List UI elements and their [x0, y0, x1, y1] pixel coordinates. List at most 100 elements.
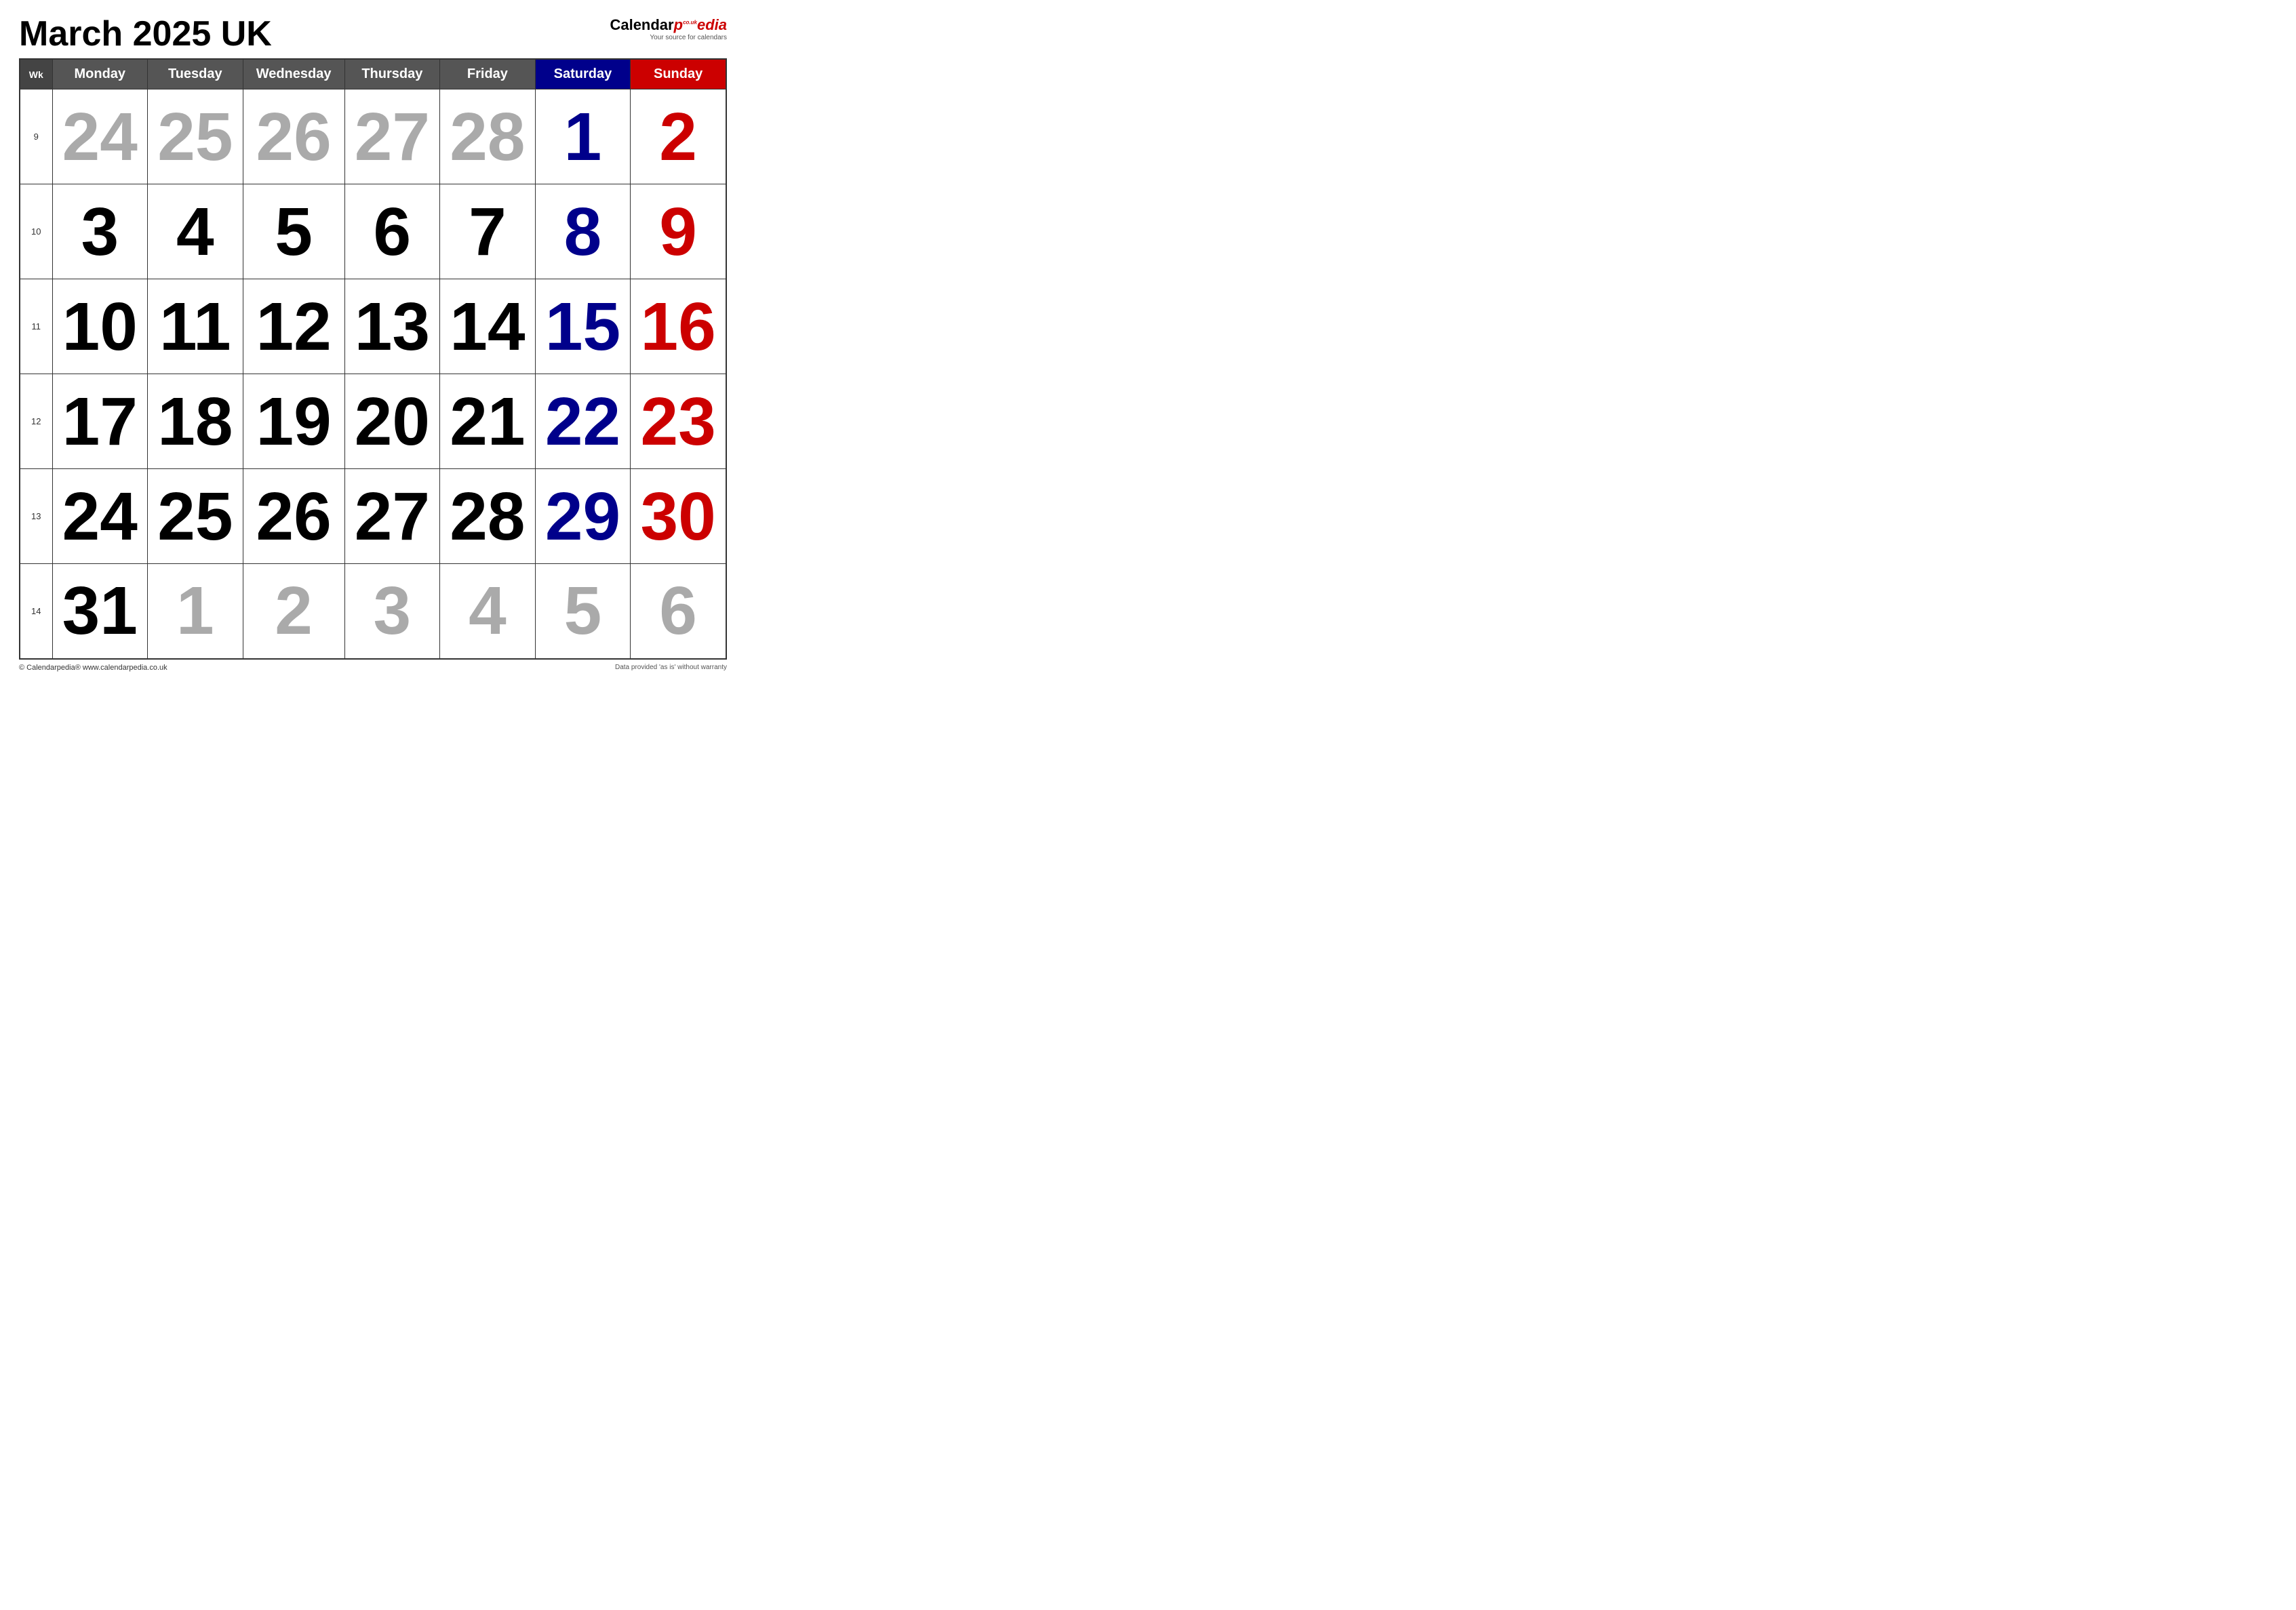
day-number: 12	[243, 293, 344, 361]
day-cell[interactable]: 30	[631, 469, 726, 564]
day-cell[interactable]: 2	[631, 89, 726, 184]
week-row-11: 1110111213141516	[20, 279, 726, 374]
day-number: 31	[53, 577, 148, 645]
day-number: 13	[345, 293, 440, 361]
wk-number: 10	[20, 184, 52, 279]
logo-tagline: Your source for calendars	[650, 34, 727, 41]
day-cell[interactable]: 20	[344, 374, 440, 469]
wk-header: Wk	[20, 59, 52, 89]
saturday-header: Saturday	[535, 59, 631, 89]
day-cell[interactable]: 6	[344, 184, 440, 279]
day-number: 27	[345, 103, 440, 171]
week-row-13: 1324252627282930	[20, 469, 726, 564]
day-number: 20	[345, 388, 440, 456]
day-number: 21	[440, 388, 535, 456]
tuesday-header: Tuesday	[148, 59, 243, 89]
day-cell[interactable]: 8	[535, 184, 631, 279]
thursday-header: Thursday	[344, 59, 440, 89]
day-number: 9	[631, 198, 726, 266]
day-cell[interactable]: 16	[631, 279, 726, 374]
day-cell[interactable]: 26	[243, 469, 344, 564]
day-cell[interactable]: 7	[440, 184, 536, 279]
week-row-14: 1431123456	[20, 564, 726, 659]
page-header: March 2025 UK Calendarpco.ukedia Your so…	[19, 16, 727, 52]
day-cell[interactable]: 4	[148, 184, 243, 279]
footer-right: Data provided 'as is' without warranty	[615, 664, 727, 672]
day-cell[interactable]: 4	[440, 564, 536, 659]
day-cell[interactable]: 15	[535, 279, 631, 374]
wk-number: 9	[20, 89, 52, 184]
day-number: 28	[440, 483, 535, 550]
day-cell[interactable]: 31	[52, 564, 148, 659]
day-cell[interactable]: 3	[52, 184, 148, 279]
friday-header: Friday	[440, 59, 536, 89]
day-cell[interactable]: 2	[243, 564, 344, 659]
day-cell[interactable]: 3	[344, 564, 440, 659]
day-cell[interactable]: 10	[52, 279, 148, 374]
page-title: March 2025 UK	[19, 16, 272, 52]
day-number: 3	[345, 577, 440, 645]
day-cell[interactable]: 18	[148, 374, 243, 469]
day-cell[interactable]: 26	[243, 89, 344, 184]
day-cell[interactable]: 29	[535, 469, 631, 564]
wk-number: 14	[20, 564, 52, 659]
day-number: 2	[243, 577, 344, 645]
wk-number: 13	[20, 469, 52, 564]
wk-number: 12	[20, 374, 52, 469]
day-cell[interactable]: 23	[631, 374, 726, 469]
day-cell[interactable]: 22	[535, 374, 631, 469]
day-cell[interactable]: 27	[344, 469, 440, 564]
day-cell[interactable]: 25	[148, 89, 243, 184]
day-cell[interactable]: 12	[243, 279, 344, 374]
day-number: 8	[536, 198, 631, 266]
day-cell[interactable]: 28	[440, 89, 536, 184]
day-number: 26	[243, 103, 344, 171]
logo-pedia: pco.ukedia	[674, 16, 727, 33]
day-cell[interactable]: 9	[631, 184, 726, 279]
day-number: 23	[631, 388, 726, 456]
day-cell[interactable]: 6	[631, 564, 726, 659]
wk-number: 11	[20, 279, 52, 374]
day-number: 14	[440, 293, 535, 361]
day-cell[interactable]: 5	[243, 184, 344, 279]
week-row-9: 9242526272812	[20, 89, 726, 184]
day-number: 15	[536, 293, 631, 361]
day-number: 29	[536, 483, 631, 550]
day-number: 5	[536, 577, 631, 645]
day-number: 24	[53, 103, 148, 171]
day-number: 25	[148, 483, 243, 550]
day-number: 27	[345, 483, 440, 550]
day-cell[interactable]: 11	[148, 279, 243, 374]
day-number: 7	[440, 198, 535, 266]
day-number: 4	[440, 577, 535, 645]
day-number: 18	[148, 388, 243, 456]
day-cell[interactable]: 28	[440, 469, 536, 564]
day-cell[interactable]: 25	[148, 469, 243, 564]
day-cell[interactable]: 24	[52, 89, 148, 184]
day-number: 17	[53, 388, 148, 456]
week-row-12: 1217181920212223	[20, 374, 726, 469]
day-cell[interactable]: 1	[148, 564, 243, 659]
calendar-table: Wk Monday Tuesday Wednesday Thursday Fri…	[19, 58, 727, 660]
day-number: 6	[631, 577, 726, 645]
day-number: 10	[53, 293, 148, 361]
day-number: 19	[243, 388, 344, 456]
day-cell[interactable]: 14	[440, 279, 536, 374]
day-cell[interactable]: 21	[440, 374, 536, 469]
day-number: 5	[243, 198, 344, 266]
day-cell[interactable]: 19	[243, 374, 344, 469]
day-cell[interactable]: 13	[344, 279, 440, 374]
day-number: 1	[536, 103, 631, 171]
day-number: 26	[243, 483, 344, 550]
day-cell[interactable]: 27	[344, 89, 440, 184]
day-cell[interactable]: 17	[52, 374, 148, 469]
day-number: 30	[631, 483, 726, 550]
day-cell[interactable]: 24	[52, 469, 148, 564]
logo-area: Calendarpco.ukedia Your source for calen…	[610, 16, 727, 41]
day-number: 28	[440, 103, 535, 171]
sunday-header: Sunday	[631, 59, 726, 89]
day-cell[interactable]: 1	[535, 89, 631, 184]
day-cell[interactable]: 5	[535, 564, 631, 659]
header-row: Wk Monday Tuesday Wednesday Thursday Fri…	[20, 59, 726, 89]
day-number: 22	[536, 388, 631, 456]
